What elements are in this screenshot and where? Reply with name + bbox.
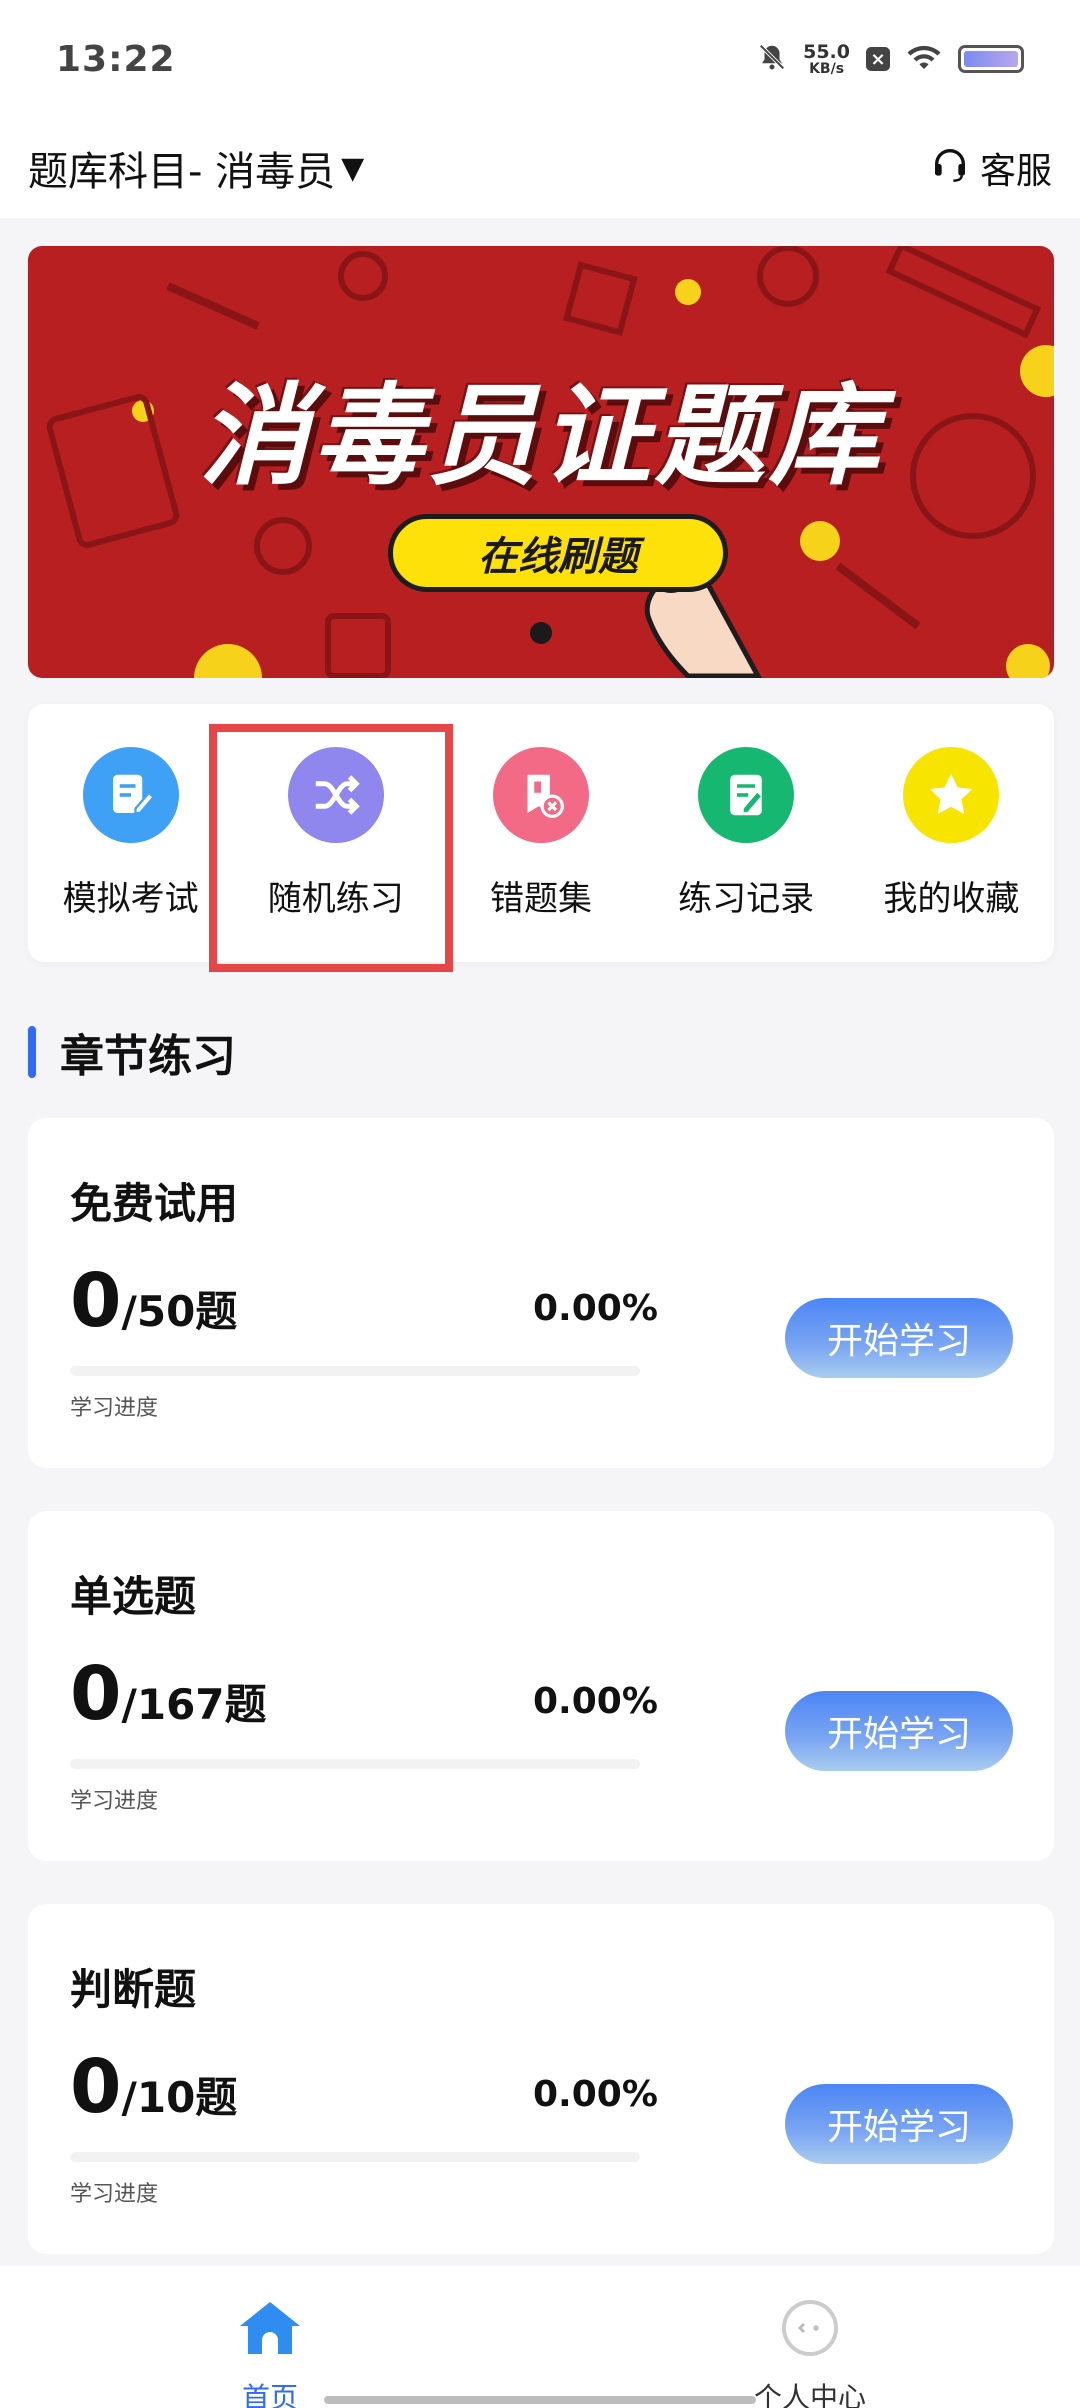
edit-doc-icon (82, 746, 179, 843)
chevron-down-icon: ▼ (341, 150, 365, 186)
mute-bell-icon (757, 42, 787, 76)
status-time: 13:22 (56, 38, 176, 80)
menu-wrong-questions-label: 错题集 (489, 878, 592, 919)
menu-wrong-questions[interactable]: 错题集 (441, 746, 641, 920)
record-doc-icon (698, 746, 795, 843)
done-count: 0 (70, 2044, 122, 2130)
home-icon (236, 2298, 304, 2362)
progress-label: 学习进度 (70, 1789, 159, 1814)
card-title: 免费试用 (70, 1179, 239, 1228)
progress-bar (70, 2152, 640, 2162)
headset-icon (930, 144, 970, 193)
chapter-card: 免费试用 0 /50题 0.00% 学习进度 开始学习 (28, 1118, 1054, 1468)
profile-face-icon (780, 2298, 840, 2362)
bottom-nav: 首页 个人中心 (0, 2266, 1080, 2408)
total-count: /50题 (121, 1287, 238, 1336)
header: 题库科目- 消毒员 ▼ 客服 (0, 118, 1080, 218)
progress-percent: 0.00% (533, 1288, 658, 1329)
question-count: 0 /50题 (70, 1258, 237, 1344)
close-box-icon: × (866, 47, 890, 71)
menu-practice-record[interactable]: 练习记录 (646, 746, 846, 920)
banner-title: 消毒员证题库 (199, 372, 883, 500)
menu-practice-record-label: 练习记录 (678, 878, 815, 919)
section-title: 章节练习 (60, 1031, 236, 1082)
nav-profile[interactable]: 个人中心 (660, 2266, 960, 2408)
net-speed: 55.0 KB/s (803, 40, 850, 77)
promo-banner[interactable]: 消毒员证题库 在线刷题 (28, 246, 1054, 678)
section-accent-bar (28, 1026, 36, 1078)
quick-menu: 模拟考试 随机练习 错题集 练习记录 我的收藏 (28, 704, 1054, 962)
question-count: 0 /167题 (70, 1651, 267, 1737)
wifi-icon (906, 42, 942, 76)
nav-home[interactable]: 首页 (120, 2266, 420, 2408)
status-icons: 55.0 KB/s × (757, 42, 1024, 76)
subject-title: 题库科目- 消毒员 (28, 149, 336, 195)
progress-percent: 0.00% (533, 2074, 658, 2115)
home-indicator (324, 2396, 756, 2404)
progress-percent: 0.00% (533, 1681, 658, 1722)
done-count: 0 (70, 1258, 122, 1344)
banner-cta: 在线刷题 (388, 514, 728, 592)
menu-mock-exam[interactable]: 模拟考试 (31, 746, 231, 920)
highlight-box (209, 724, 453, 972)
status-bar: 13:22 55.0 KB/s × (0, 0, 1080, 118)
progress-bar (70, 1759, 640, 1769)
total-count: /10题 (121, 2073, 238, 2122)
question-count: 0 /10题 (70, 2044, 237, 2130)
carousel-indicator (530, 622, 552, 644)
menu-my-favorites-label: 我的收藏 (883, 878, 1020, 919)
menu-mock-exam-label: 模拟考试 (62, 878, 199, 919)
card-title: 单选题 (70, 1572, 197, 1621)
card-title: 判断题 (70, 1965, 197, 2014)
menu-my-favorites[interactable]: 我的收藏 (851, 746, 1051, 920)
chapter-card: 单选题 0 /167题 0.00% 学习进度 开始学习 (28, 1511, 1054, 1861)
subject-selector[interactable]: 题库科目- 消毒员 ▼ (28, 139, 364, 197)
net-speed-value: 55.0 (803, 40, 850, 63)
progress-label: 学习进度 (70, 1396, 159, 1421)
wrong-book-icon (492, 746, 589, 843)
progress-label: 学习进度 (70, 2182, 159, 2207)
battery-icon (958, 45, 1024, 73)
start-study-button[interactable]: 开始学习 (785, 1691, 1013, 1771)
nav-profile-label: 个人中心 (753, 2381, 866, 2408)
service-label: 客服 (979, 151, 1052, 192)
chapter-card: 判断题 0 /10题 0.00% 学习进度 开始学习 (28, 1904, 1054, 2254)
progress-bar (70, 1366, 640, 1376)
section-header: 章节练习 (28, 1024, 236, 1082)
start-study-button[interactable]: 开始学习 (785, 1298, 1013, 1378)
nav-home-label: 首页 (241, 2381, 298, 2408)
done-count: 0 (70, 1651, 122, 1737)
start-study-button[interactable]: 开始学习 (785, 2084, 1013, 2164)
total-count: /167题 (121, 1680, 267, 1729)
customer-service-button[interactable]: 客服 (930, 142, 1052, 194)
star-icon (903, 746, 1000, 843)
net-speed-unit: KB/s (809, 60, 845, 77)
